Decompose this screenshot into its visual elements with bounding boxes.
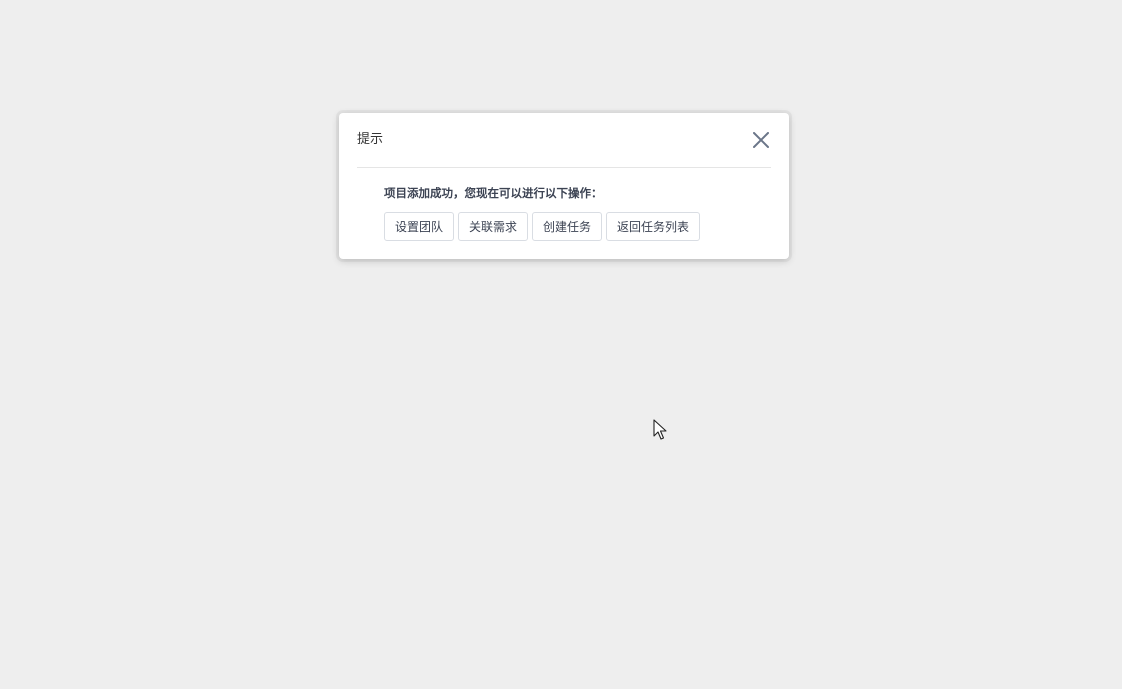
prompt-dialog: 提示 项目添加成功，您现在可以进行以下操作： 设置团队 关联需求 创建任务 返回…	[339, 113, 789, 259]
create-task-button[interactable]: 创建任务	[532, 212, 603, 241]
dialog-header: 提示	[357, 113, 771, 168]
dialog-message: 项目添加成功，您现在可以进行以下操作：	[384, 186, 603, 200]
page-background: 提示 项目添加成功，您现在可以进行以下操作： 设置团队 关联需求 创建任务 返回…	[0, 0, 1122, 689]
mouse-pointer-icon	[653, 419, 667, 440]
close-button[interactable]	[751, 130, 771, 150]
link-requirements-button[interactable]: 关联需求	[458, 212, 529, 241]
dialog-actions: 设置团队 关联需求 创建任务 返回任务列表	[384, 212, 771, 241]
back-to-task-list-button[interactable]: 返回任务列表	[606, 212, 701, 241]
dialog-title: 提示	[357, 132, 384, 147]
close-icon	[753, 132, 769, 148]
set-team-button[interactable]: 设置团队	[384, 212, 455, 241]
dialog-body: 项目添加成功，您现在可以进行以下操作： 设置团队 关联需求 创建任务 返回任务列…	[384, 185, 771, 241]
